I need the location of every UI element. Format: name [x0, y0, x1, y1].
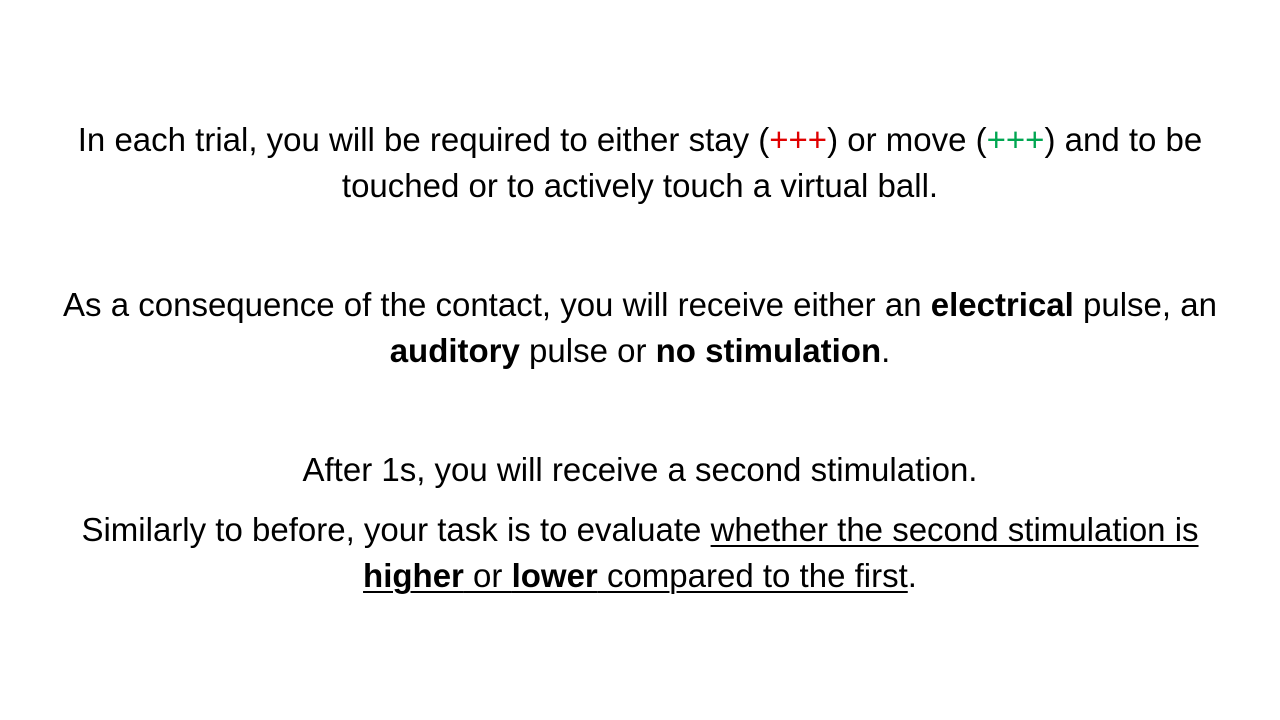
second-stimulation-text: After 1s, you will receive a second stim… [302, 451, 978, 488]
task-text-end: . [907, 557, 917, 594]
trial-text-start: In each trial, you will be required to e… [77, 121, 770, 158]
stay-marker: +++ [769, 121, 828, 158]
consequence-paragraph: As a consequence of the contact, you wil… [60, 282, 1220, 374]
higher-term: higher [363, 557, 464, 594]
lower-term: lower [511, 557, 598, 594]
consequence-text-3: pulse or [519, 332, 656, 369]
task-underlined-text-2: or [463, 557, 512, 594]
task-underlined-text-1: whether the second stimulation is [710, 511, 1199, 548]
consequence-text-start: As a consequence of the contact, you wil… [63, 286, 931, 323]
task-paragraph: Similarly to before, your task is to eva… [60, 507, 1220, 599]
task-underlined-text-3: compared to the first [597, 557, 908, 594]
task-text-start: Similarly to before, your task is to eva… [81, 511, 711, 548]
electrical-term: electrical [930, 286, 1074, 323]
second-stimulation-paragraph: After 1s, you will receive a second stim… [60, 447, 1220, 493]
auditory-term: auditory [389, 332, 520, 369]
trial-instruction-paragraph: In each trial, you will be required to e… [60, 117, 1220, 209]
instruction-slide: In each trial, you will be required to e… [0, 0, 1280, 720]
trial-text-middle: ) or move ( [827, 121, 987, 158]
no-stimulation-term: no stimulation [655, 332, 882, 369]
move-marker: +++ [986, 121, 1045, 158]
consequence-text-end: . [881, 332, 891, 369]
consequence-text-2: pulse, an [1073, 286, 1217, 323]
